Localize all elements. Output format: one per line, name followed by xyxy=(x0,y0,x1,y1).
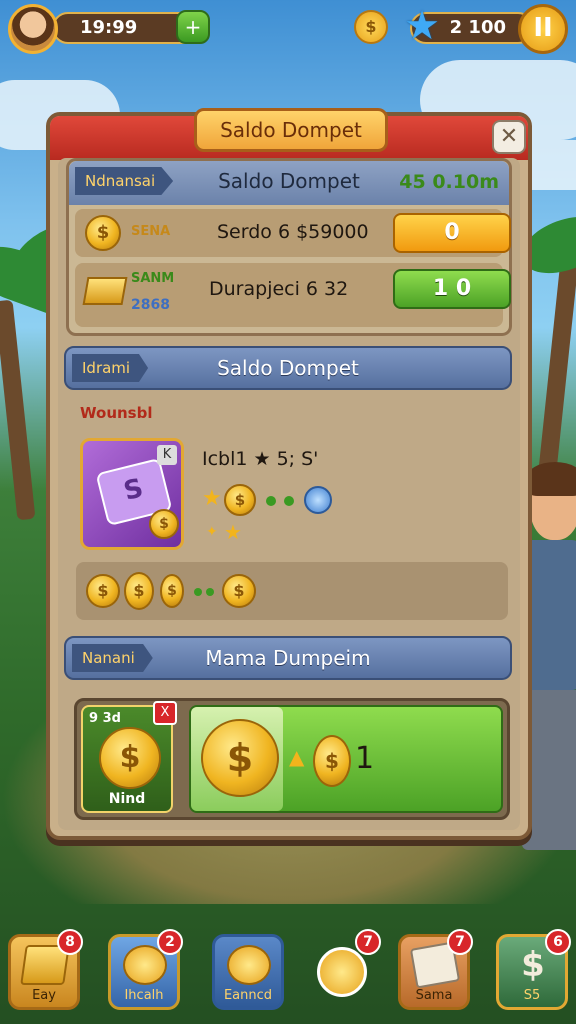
pause-button[interactable]: II xyxy=(518,4,568,54)
row-text: Durapjeci 6 32 xyxy=(209,278,349,300)
star-icon: ★ xyxy=(224,520,242,544)
coin-icon: $ xyxy=(222,574,256,608)
notification-badge: 6 xyxy=(545,929,571,955)
wallet-header: Ndnansai Saldo Dompet 45 0.10m xyxy=(69,161,509,205)
corner-tag: K xyxy=(157,445,177,465)
coin-icon: $ xyxy=(224,484,256,516)
player-avatar[interactable] xyxy=(8,4,58,54)
green-dot-icon xyxy=(266,496,276,506)
green-dot-icon xyxy=(194,588,202,596)
wallet-dialog: Saldo Dompet ✕ Ndnansai Saldo Dompet 45 … xyxy=(46,108,532,840)
top-hud: 19:99 + $ 2 100 ★ II xyxy=(0,0,576,56)
claim-button[interactable]: 0 xyxy=(393,213,511,253)
offer-amount: 1 xyxy=(355,741,375,776)
green-dot-icon xyxy=(206,588,214,596)
nav-item-ihcalh[interactable]: Ihcalh 2 xyxy=(108,929,183,1010)
notification-badge: 7 xyxy=(355,929,381,955)
coin-icon[interactable]: $ xyxy=(354,10,388,44)
big-coin-icon: $ xyxy=(99,727,161,789)
nav-item-eay[interactable]: Eay 8 xyxy=(8,929,83,1010)
close-button[interactable]: ✕ xyxy=(492,120,526,154)
nav-label: S5 xyxy=(523,988,541,1003)
offer-badge: X xyxy=(153,701,177,725)
star-icon: ★ xyxy=(202,486,222,511)
row-label: SANM xyxy=(131,271,175,286)
wallet-balance: 45 0.10m xyxy=(399,171,499,193)
gem-count-text: 2 100 xyxy=(449,17,506,38)
pause-icon: II xyxy=(533,13,553,43)
nav-label: Eanncd xyxy=(223,988,273,1003)
coin-icon: $ xyxy=(313,735,351,787)
blue-star-icon: ★ xyxy=(404,3,440,49)
wallet-row: $ SENA Serdo 6 $59000 0 xyxy=(75,209,511,257)
nav-item-money[interactable]: $ S5 6 xyxy=(496,929,571,1010)
offer-label-bottom: Nind xyxy=(108,791,146,807)
green-dot-icon xyxy=(284,496,294,506)
reward-item-text: Icbl1 ★ 5; S' xyxy=(202,448,319,470)
reward-icons: ★ $ ✦ ★ xyxy=(202,484,402,554)
reward-header: Idrami Saldo Dompet xyxy=(64,346,512,390)
big-coin-icon: $ xyxy=(201,719,279,797)
coin-icon xyxy=(317,947,367,997)
row-text: Serdo 6 $59000 xyxy=(217,221,369,243)
wallet-row: SANM 2868 Durapjeci 6 32 1 0 xyxy=(75,263,511,327)
spark-icon: ✦ xyxy=(206,524,218,540)
dialog-body: Ndnansai Saldo Dompet 45 0.10m $ SENA Se… xyxy=(58,158,520,830)
coin-icon: $ xyxy=(124,572,154,610)
close-icon: ✕ xyxy=(499,124,519,149)
reward-item-card[interactable]: S K $ xyxy=(80,438,184,550)
notification-badge: 2 xyxy=(157,929,183,955)
blue-coin-icon xyxy=(304,486,332,514)
row-sub: 2868 xyxy=(131,297,170,313)
notification-badge: 8 xyxy=(57,929,83,955)
nav-item-eanncd[interactable]: Eanncd xyxy=(212,934,284,1010)
coin-stack-icon xyxy=(227,945,271,985)
shop-title: Mama Dumpeim xyxy=(205,646,371,670)
timer-text: 19:99 xyxy=(80,17,138,38)
offer-bar[interactable]: $ ▲ $ 1 xyxy=(189,705,503,813)
add-button[interactable]: + xyxy=(176,10,210,44)
nav-label: Eay xyxy=(32,988,56,1003)
gold-bars-icon xyxy=(82,277,128,305)
arrow-icon: ▲ xyxy=(289,745,305,769)
nav-label: Ihcalh xyxy=(124,988,164,1003)
reward-subtag: Wounsbl xyxy=(80,404,153,422)
notification-badge: 7 xyxy=(447,929,473,955)
coin-tray: $ $ $ $ xyxy=(76,562,508,620)
dialog-title: Saldo Dompet xyxy=(194,108,388,152)
coin-icon: $ xyxy=(85,215,121,251)
offer-card[interactable]: 9 3d X $ Nind xyxy=(81,701,177,813)
nav-item-sama[interactable]: Sama 7 xyxy=(398,929,473,1010)
row-label: SENA xyxy=(131,224,171,239)
shop-header: Nanani Mama Dumpeim xyxy=(64,636,512,680)
nav-label: Sama xyxy=(415,988,453,1003)
coin-icon: $ xyxy=(160,574,184,608)
offer-label-top: 9 3d xyxy=(89,711,121,726)
coin-icon: $ xyxy=(149,509,179,539)
reward-title: Saldo Dompet xyxy=(217,356,359,380)
collect-button[interactable]: 1 0 xyxy=(393,269,511,309)
bottom-nav: Eay 8 Ihcalh 2 Eanncd 7 Sama 7 $ S5 6 xyxy=(0,924,576,1024)
wallet-section: Ndnansai Saldo Dompet 45 0.10m $ SENA Se… xyxy=(66,158,512,336)
coin-icon: $ xyxy=(86,574,120,608)
plus-icon: + xyxy=(184,15,202,39)
shop-offer[interactable]: 9 3d X $ Nind $ ▲ $ 1 xyxy=(74,698,510,820)
nav-item-coin[interactable]: 7 xyxy=(306,929,381,1010)
